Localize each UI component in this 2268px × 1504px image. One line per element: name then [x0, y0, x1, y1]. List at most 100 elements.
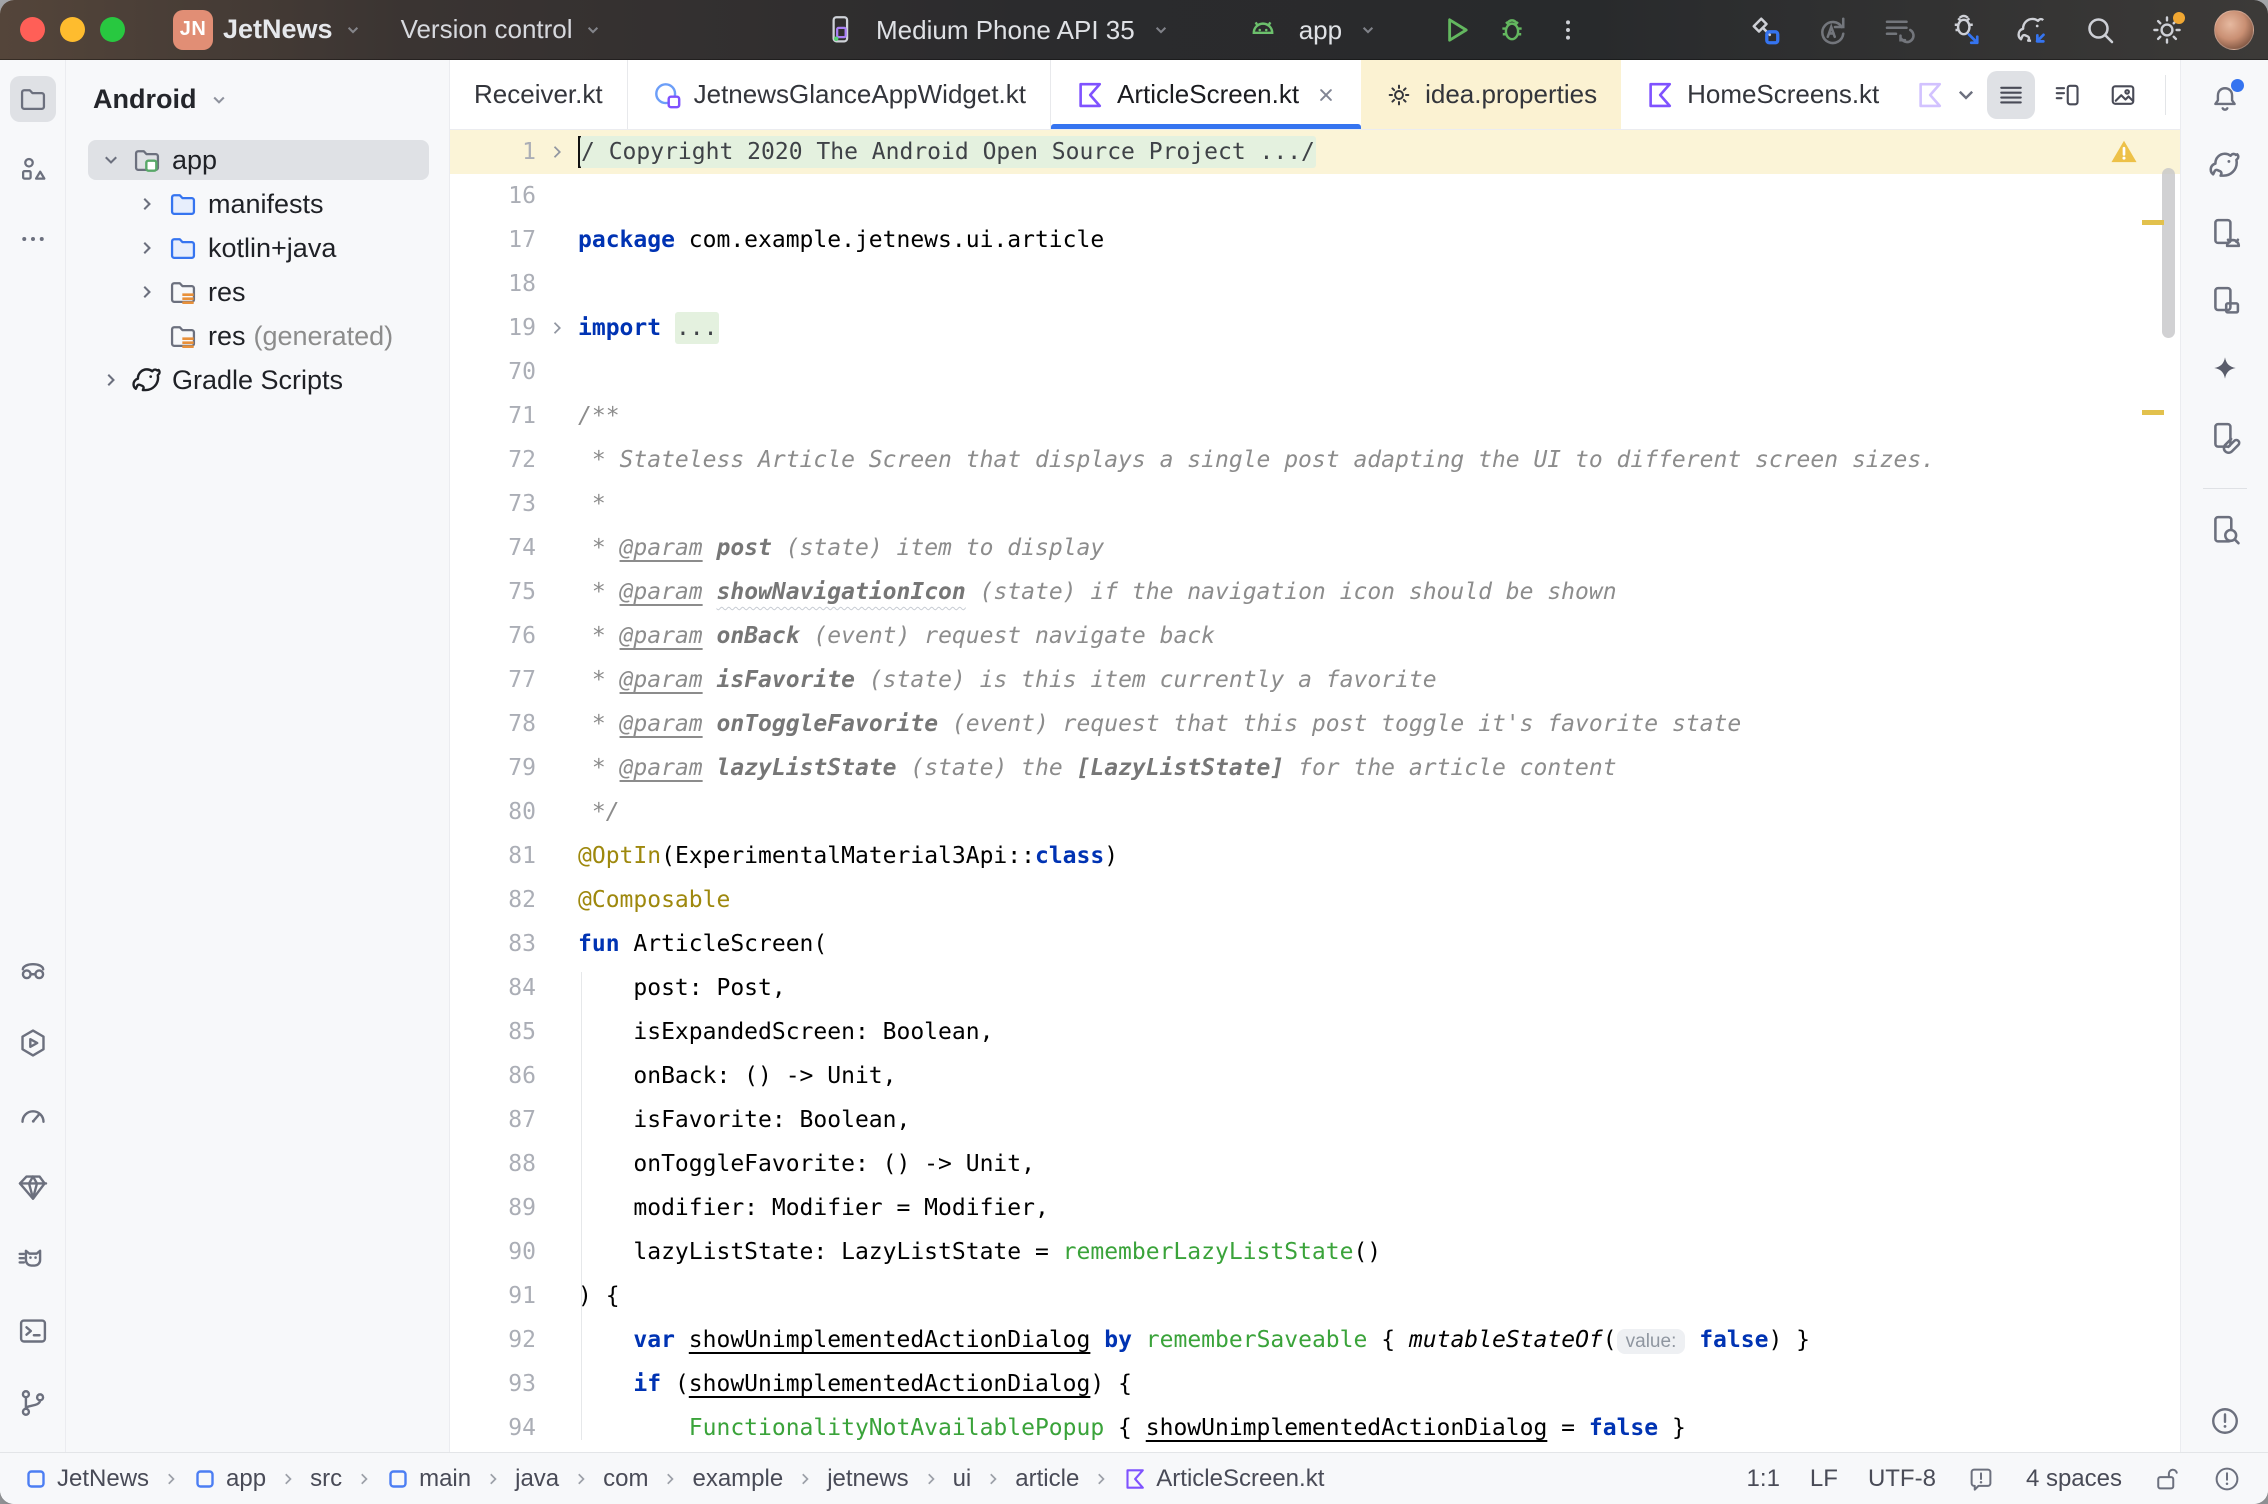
code-line-91[interactable]: 91) { — [450, 1274, 2180, 1318]
device-explorer-icon[interactable] — [2202, 507, 2248, 553]
caret-position-widget[interactable]: 1:1 — [1747, 1465, 1780, 1493]
gemini-icon[interactable] — [2202, 346, 2248, 392]
device-streaming-icon[interactable] — [10, 948, 56, 994]
apply-code-changes-icon[interactable] — [1879, 10, 1919, 50]
tree-item-res[interactable]: res — [66, 270, 449, 314]
encoding-widget[interactable]: UTF-8 — [1868, 1465, 1936, 1493]
device-selector[interactable]: Medium Phone API 35 — [876, 15, 1135, 46]
user-avatar[interactable] — [2214, 10, 2254, 50]
line-number[interactable]: 93 — [450, 1371, 536, 1397]
attach-debugger-icon[interactable] — [1946, 10, 1986, 50]
code-line-81[interactable]: 81@OptIn(ExperimentalMaterial3Api::class… — [450, 834, 2180, 878]
breadcrumb-item-jetnews[interactable]: jetnews — [827, 1465, 908, 1493]
gradle-sync-icon[interactable] — [2013, 10, 2053, 50]
line-number[interactable]: 92 — [450, 1327, 536, 1353]
breadcrumb-item-article[interactable]: article — [1015, 1465, 1079, 1493]
line-number[interactable]: 78 — [450, 711, 536, 737]
line-number[interactable]: 76 — [450, 623, 536, 649]
inspections-warning-icon[interactable] — [2108, 136, 2140, 172]
line-number[interactable]: 75 — [450, 579, 536, 605]
breadcrumb-item-articlescreen-kt[interactable]: ArticleScreen.kt — [1123, 1465, 1324, 1493]
tab-idea-properties[interactable]: idea.properties — [1361, 60, 1621, 129]
problems-icon[interactable] — [2212, 1464, 2242, 1494]
breadcrumb-item-src[interactable]: src — [310, 1465, 342, 1493]
line-number[interactable]: 77 — [450, 667, 536, 693]
breadcrumb-item-app[interactable]: app — [193, 1465, 266, 1493]
maximize-window-button[interactable] — [100, 17, 125, 42]
more-tool-windows-icon[interactable] — [10, 216, 56, 262]
breadcrumb-item-com[interactable]: com — [603, 1465, 648, 1493]
line-number[interactable]: 94 — [450, 1415, 536, 1441]
line-number[interactable]: 16 — [450, 183, 536, 209]
line-number[interactable]: 81 — [450, 843, 536, 869]
code-line-90[interactable]: 90 lazyListState: LazyListState = rememb… — [450, 1230, 2180, 1274]
debug-button[interactable] — [1492, 10, 1532, 50]
inspections-icon[interactable] — [1966, 1464, 1996, 1494]
tab-receiver-kt[interactable]: Receiver.kt — [450, 60, 628, 129]
line-number[interactable]: 1 — [450, 139, 536, 165]
code-line-88[interactable]: 88 onToggleFavorite: () -> Unit, — [450, 1142, 2180, 1186]
benchmark-icon[interactable] — [10, 1092, 56, 1138]
settings-gear-icon[interactable] — [2147, 10, 2187, 50]
code-line-72[interactable]: 72 * Stateless Article Screen that displ… — [450, 438, 2180, 482]
apply-changes-icon[interactable] — [1812, 10, 1852, 50]
code-editor[interactable]: 1/ Copyright 2020 The Android Open Sourc… — [450, 130, 2180, 1452]
close-icon[interactable] — [1315, 84, 1337, 106]
run-button[interactable] — [1436, 10, 1476, 50]
line-number[interactable]: 71 — [450, 403, 536, 429]
code-line-76[interactable]: 76 * @param onBack (event) request navig… — [450, 614, 2180, 658]
device-mirroring-icon[interactable] — [2202, 414, 2248, 460]
tree-item-gradle-scripts[interactable]: Gradle Scripts — [66, 358, 449, 402]
line-number[interactable]: 84 — [450, 975, 536, 1001]
line-number[interactable]: 86 — [450, 1063, 536, 1089]
line-number[interactable]: 18 — [450, 271, 536, 297]
code-line-87[interactable]: 87 isFavorite: Boolean, — [450, 1098, 2180, 1142]
code-line-74[interactable]: 74 * @param post (state) item to display — [450, 526, 2180, 570]
breadcrumb-item-example[interactable]: example — [692, 1465, 783, 1493]
chevron-right-icon[interactable] — [96, 369, 126, 391]
running-devices-icon[interactable] — [2202, 210, 2248, 256]
line-number[interactable]: 91 — [450, 1283, 536, 1309]
code-line-85[interactable]: 85 isExpandedScreen: Boolean, — [450, 1010, 2180, 1054]
code-line-73[interactable]: 73 * — [450, 482, 2180, 526]
code-line-77[interactable]: 77 * @param isFavorite (state) is this i… — [450, 658, 2180, 702]
chevron-right-icon[interactable] — [132, 193, 162, 215]
code-line-84[interactable]: 84 post: Post, — [450, 966, 2180, 1010]
code-line-86[interactable]: 86 onBack: () -> Unit, — [450, 1054, 2180, 1098]
version-control-icon[interactable] — [10, 1380, 56, 1426]
tab-articlescreen-kt[interactable]: ArticleScreen.kt — [1051, 60, 1361, 129]
code-line-1[interactable]: 1/ Copyright 2020 The Android Open Sourc… — [450, 130, 2180, 174]
code-line-80[interactable]: 80 */ — [450, 790, 2180, 834]
line-number[interactable]: 17 — [450, 227, 536, 253]
code-line-16[interactable]: 16 — [450, 174, 2180, 218]
code-line-89[interactable]: 89 modifier: Modifier = Modifier, — [450, 1186, 2180, 1230]
chevron-right-icon[interactable] — [132, 237, 162, 259]
search-everywhere-icon[interactable] — [2080, 10, 2120, 50]
notifications-bell-icon[interactable] — [2202, 76, 2248, 122]
run-configuration-selector[interactable]: app — [1299, 15, 1342, 46]
lock-open-icon[interactable] — [2152, 1464, 2182, 1494]
app-quality-insights-icon[interactable] — [10, 1164, 56, 1210]
code-line-94[interactable]: 94 FunctionalityNotAvailablePopup { show… — [450, 1406, 2180, 1450]
editor-scrollbar-thumb[interactable] — [2162, 168, 2175, 338]
logcat-icon[interactable] — [10, 1236, 56, 1282]
layout-inspector-icon[interactable] — [2202, 278, 2248, 324]
line-number[interactable]: 82 — [450, 887, 536, 913]
more-actions-kebab-icon[interactable] — [1548, 10, 1588, 50]
breadcrumb-item-jetnews[interactable]: JetNews — [24, 1465, 149, 1493]
split-view-icon[interactable] — [2043, 71, 2091, 119]
line-number[interactable]: 74 — [450, 535, 536, 561]
gradle-icon[interactable] — [2202, 142, 2248, 188]
project-view-mode[interactable]: Android — [93, 84, 196, 115]
line-number[interactable]: 89 — [450, 1195, 536, 1221]
line-number[interactable]: 72 — [450, 447, 536, 473]
tab-homescreens-kt[interactable]: HomeScreens.kt — [1621, 60, 1903, 129]
vcs-widget[interactable]: Version control — [401, 14, 573, 45]
code-line-70[interactable]: 70 — [450, 350, 2180, 394]
indent-widget[interactable]: 4 spaces — [2026, 1465, 2122, 1493]
hidden-tabs-chevron-icon[interactable] — [1953, 82, 1979, 108]
code-view-icon[interactable] — [1987, 71, 2035, 119]
code-line-18[interactable]: 18 — [450, 262, 2180, 306]
terminal-icon[interactable] — [10, 1308, 56, 1354]
minimize-window-button[interactable] — [60, 17, 85, 42]
